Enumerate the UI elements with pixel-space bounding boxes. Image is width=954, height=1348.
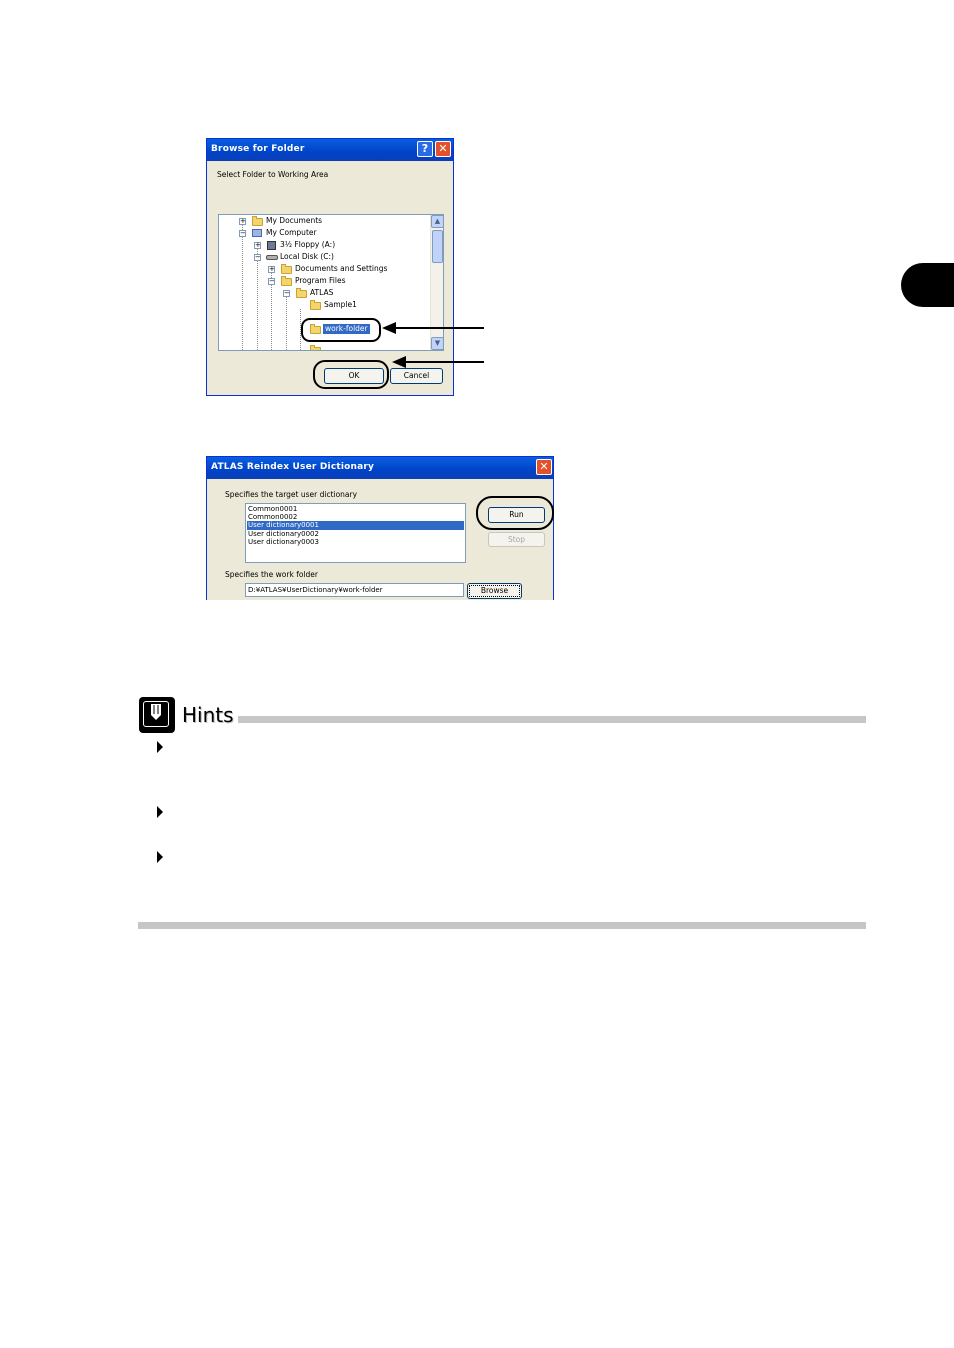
stop-button[interactable]: Stop <box>488 532 545 547</box>
tree-item-label: ATLAS <box>310 288 334 297</box>
list-item-selected[interactable]: User dictionary0001 <box>247 521 464 530</box>
chapter-tab-marker <box>901 263 954 307</box>
target-dictionary-label: Specifies the target user dictionary <box>225 490 358 499</box>
callout-arrows <box>382 322 484 368</box>
bullet-arrow-icon <box>157 851 163 863</box>
reindex-dialog-titlebar[interactable]: ATLAS Reindex User Dictionary ✕ <box>207 457 553 479</box>
work-folder-field[interactable]: D:¥ATLAS¥UserDictionary¥work-folder <box>245 583 464 597</box>
run-button-callout <box>476 496 554 530</box>
hints-divider <box>238 716 866 723</box>
cancel-button[interactable]: Cancel <box>390 368 443 384</box>
work-folder-callout <box>301 318 381 342</box>
reindex-dialog-title: ATLAS Reindex User Dictionary <box>211 462 375 472</box>
collapse-icon[interactable]: − <box>268 278 275 285</box>
collapse-icon[interactable]: − <box>239 230 246 237</box>
tree-item-label: My Computer <box>266 228 317 237</box>
hints-heading: Hints <box>182 703 234 727</box>
pencil-icon <box>151 704 161 720</box>
tree-item-label: 3½ Floppy (A:) <box>280 240 336 249</box>
hints-pencil-icon <box>139 697 175 733</box>
expand-icon[interactable]: + <box>239 218 246 225</box>
ok-button-callout <box>313 360 389 389</box>
expand-icon[interactable]: + <box>268 266 275 273</box>
scroll-up-icon[interactable]: ▲ <box>431 215 443 228</box>
hard-disk-icon <box>266 255 278 260</box>
computer-icon <box>252 229 262 237</box>
folder-open-icon <box>296 288 307 298</box>
section-end-divider <box>138 922 866 929</box>
dictionary-list[interactable]: Common0001 Common0002 User dictionary000… <box>245 503 466 563</box>
folder-icon <box>310 345 321 350</box>
tree-connector <box>286 297 287 350</box>
bullet-arrow-icon <box>157 741 163 753</box>
close-button[interactable]: ✕ <box>536 459 552 475</box>
tree-item-label: Sample1 <box>324 300 357 309</box>
tree-connector <box>257 249 258 350</box>
close-button[interactable]: ✕ <box>435 141 451 157</box>
browse-dialog-titlebar[interactable]: Browse for Folder ? ✕ <box>207 139 453 161</box>
tree-item-label: Local Disk (C:) <box>280 252 334 261</box>
folder-icon <box>252 216 263 226</box>
browse-instruction: Select Folder to Working Area <box>217 170 329 179</box>
browse-button[interactable]: Browse <box>467 583 522 599</box>
bullet-arrow-icon <box>157 806 163 818</box>
arrow-head-icon <box>392 356 406 368</box>
floppy-drive-icon <box>267 241 276 250</box>
tree-item-label: Program Files <box>295 276 346 285</box>
expand-icon[interactable]: + <box>254 242 261 249</box>
folder-icon <box>310 300 321 310</box>
collapse-icon[interactable]: − <box>254 254 261 261</box>
tree-connector <box>242 225 243 350</box>
folder-open-icon <box>281 276 292 286</box>
work-folder-label: Specifies the work folder <box>225 570 318 579</box>
folder-icon <box>281 264 292 274</box>
scroll-thumb[interactable] <box>432 230 443 263</box>
tree-item-label: Documents and Settings <box>295 264 388 273</box>
collapse-icon[interactable]: − <box>283 290 290 297</box>
help-button[interactable]: ? <box>417 141 433 157</box>
tree-item-label: My Documents <box>266 216 323 225</box>
list-item[interactable]: User dictionary0003 <box>247 538 464 547</box>
browse-dialog-title: Browse for Folder <box>211 144 305 154</box>
arrow-head-icon <box>382 322 396 334</box>
